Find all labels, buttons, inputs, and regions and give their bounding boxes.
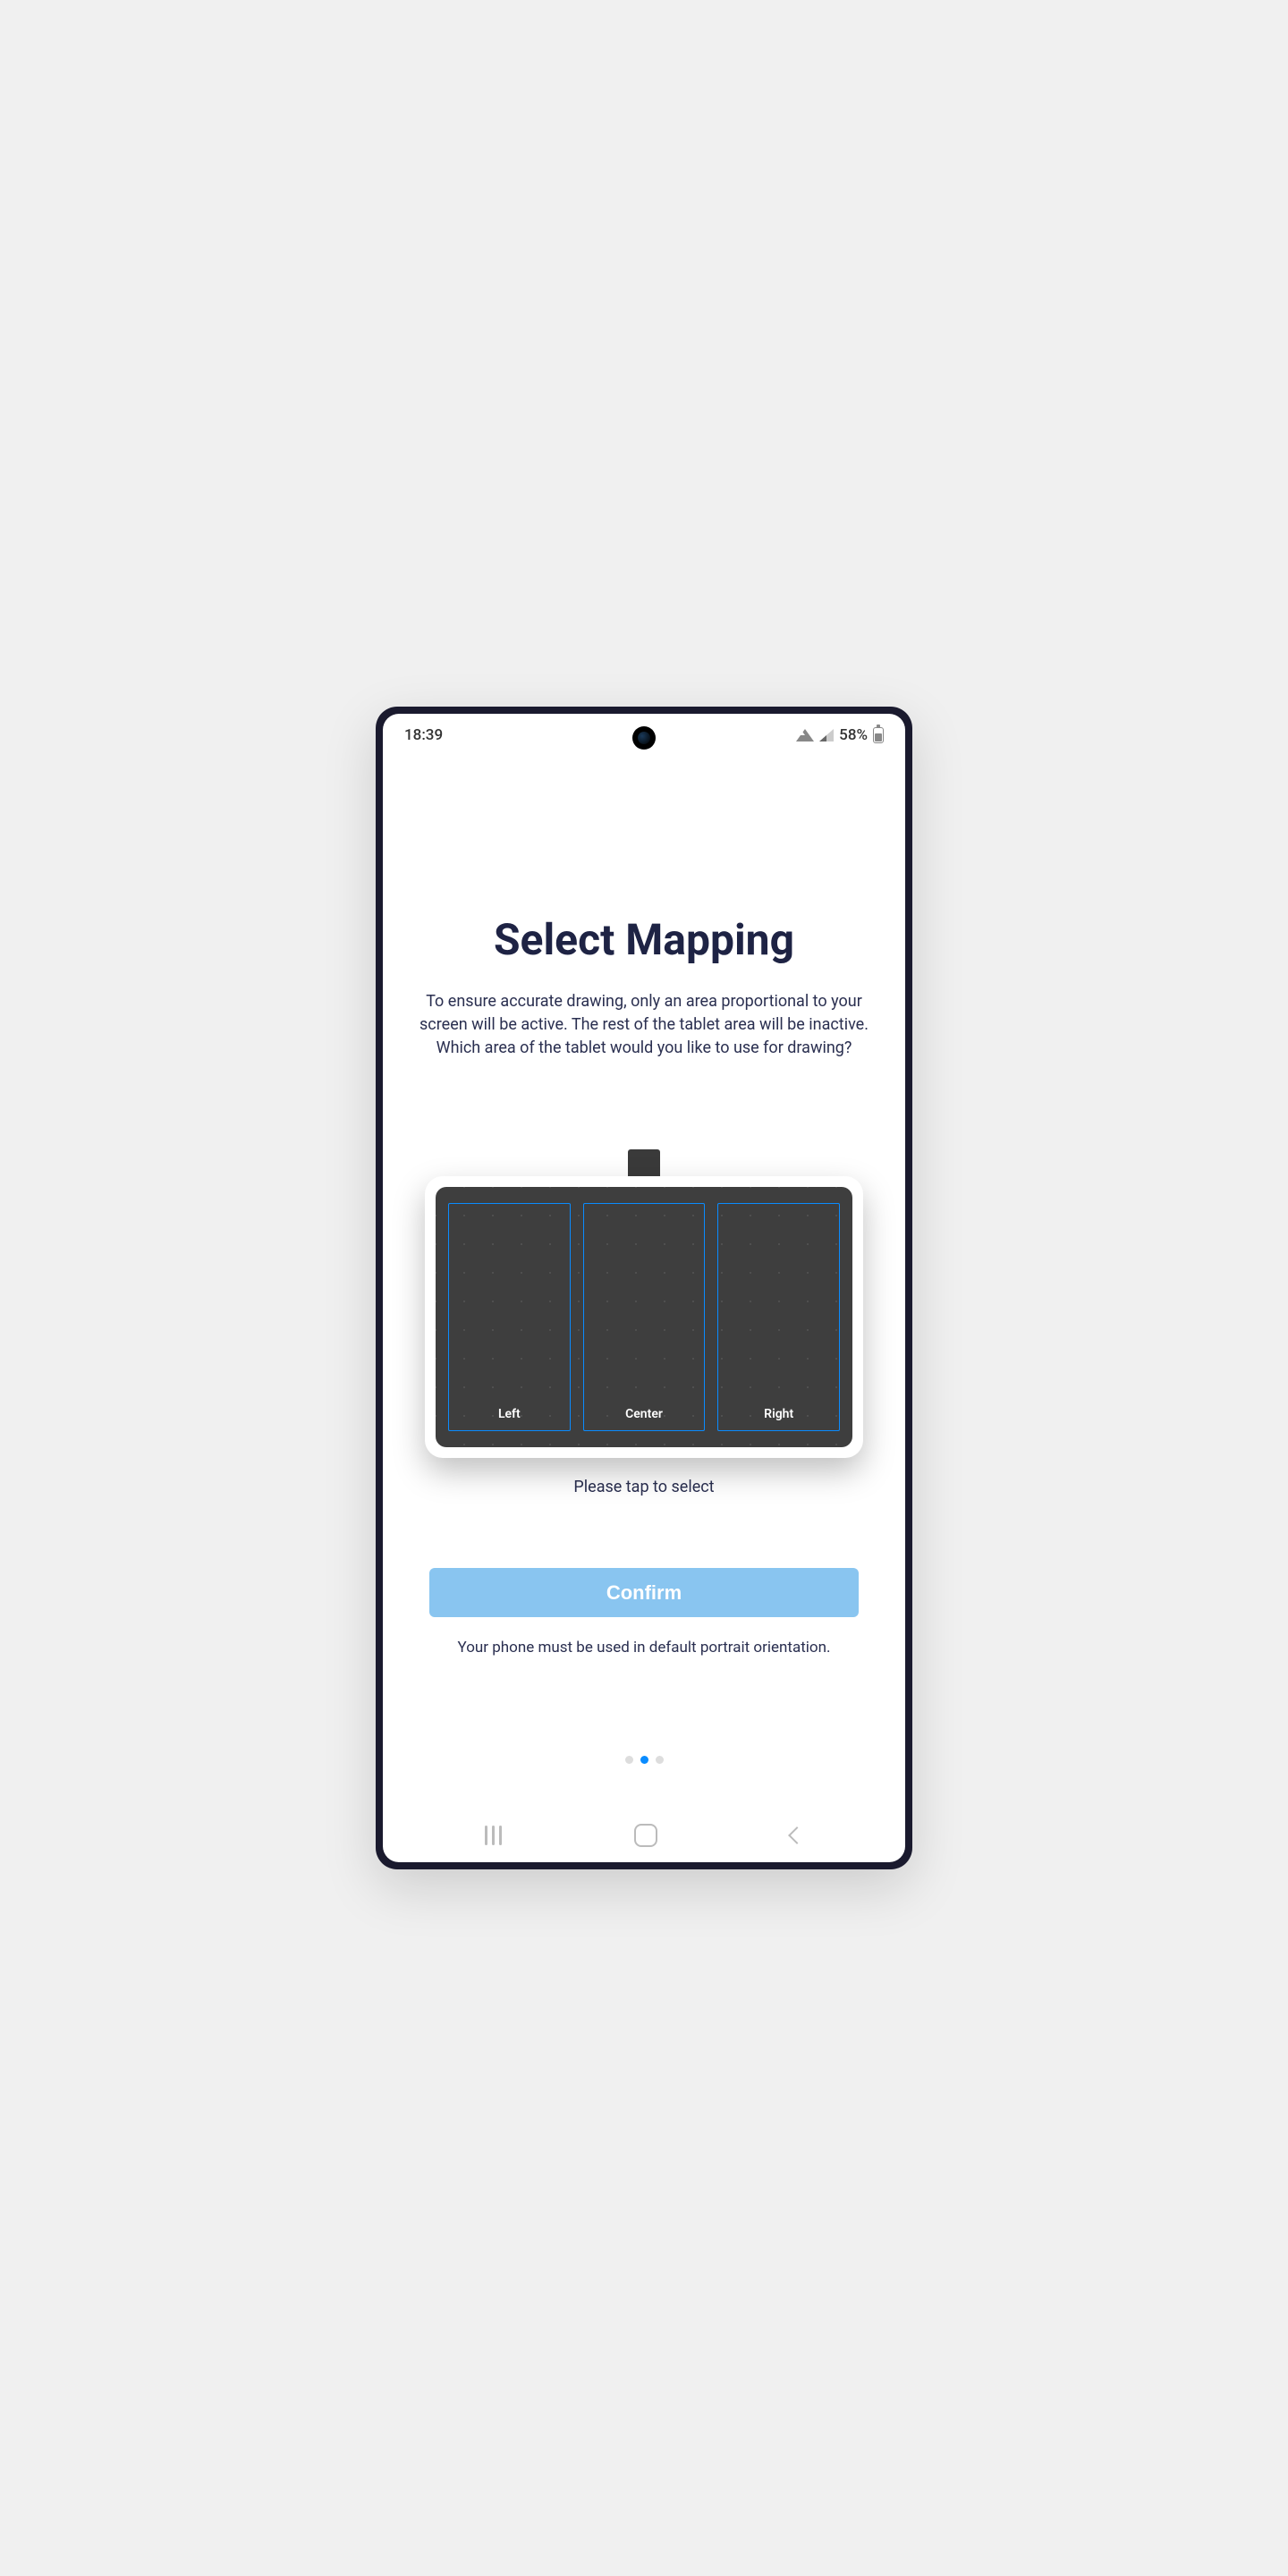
nav-recent-button[interactable] [485, 1826, 502, 1845]
orientation-note: Your phone must be used in default portr… [458, 1639, 831, 1657]
mapping-zone-left[interactable]: Left [448, 1203, 571, 1431]
page-description: To ensure accurate drawing, only an area… [419, 990, 869, 1060]
mapping-zone-right[interactable]: Right [717, 1203, 840, 1431]
nav-back-button[interactable] [788, 1826, 806, 1844]
tablet-surface: Left Center Right [436, 1187, 852, 1447]
page-dot-2[interactable] [640, 1756, 648, 1764]
system-nav-bar [383, 1809, 905, 1862]
confirm-button[interactable]: Confirm [429, 1568, 859, 1617]
battery-icon [873, 727, 884, 743]
nav-home-button[interactable] [634, 1824, 657, 1847]
tablet-body: Left Center Right [425, 1176, 863, 1458]
zone-label-left: Left [498, 1407, 521, 1421]
phone-frame: 18:39 58% Select Mapping To ensure accur… [376, 707, 912, 1869]
signal-icon [819, 729, 834, 741]
page-dot-1[interactable] [625, 1756, 633, 1764]
zone-label-right: Right [764, 1407, 793, 1421]
screen: 18:39 58% Select Mapping To ensure accur… [383, 714, 905, 1862]
page-dot-3[interactable] [656, 1756, 664, 1764]
pagination-dots [625, 1756, 664, 1764]
mapping-zone-center[interactable]: Center [583, 1203, 706, 1431]
main-content: Select Mapping To ensure accurate drawin… [383, 753, 905, 1809]
tablet-connector-icon [628, 1149, 660, 1176]
tap-hint: Please tap to select [573, 1478, 714, 1496]
status-icons: 58% [796, 726, 884, 744]
zone-label-center: Center [625, 1407, 663, 1421]
battery-percent: 58% [839, 726, 868, 744]
front-camera-icon [632, 726, 656, 750]
status-time: 18:39 [404, 726, 443, 744]
wifi-icon [796, 729, 814, 741]
page-title: Select Mapping [494, 914, 794, 965]
tablet-illustration: Left Center Right [425, 1149, 863, 1458]
